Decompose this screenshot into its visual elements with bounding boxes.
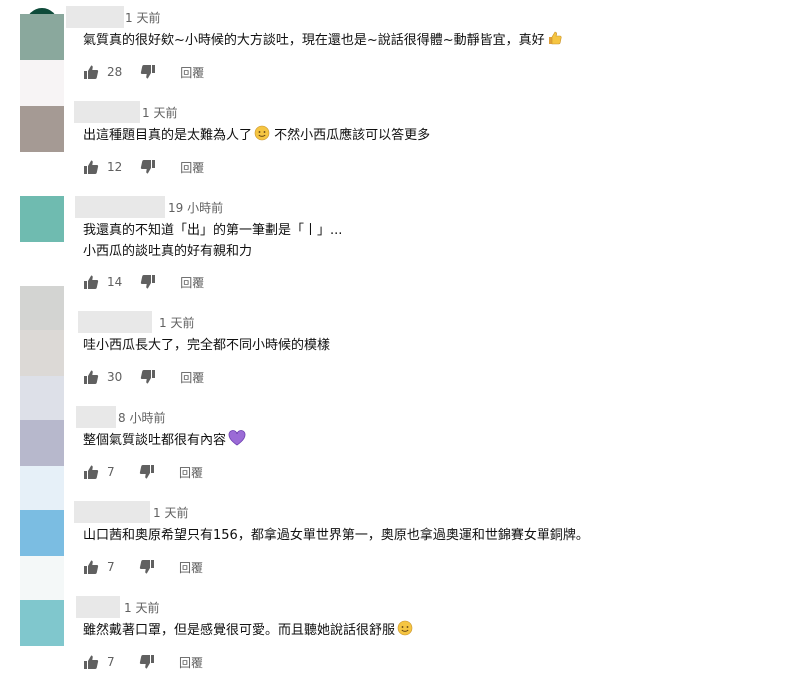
comment-text: 出這種題目真的是太難為人了 不然小西瓜應該可以答更多 xyxy=(83,125,430,148)
avatar xyxy=(20,510,64,556)
comment-header: 1 天前 xyxy=(72,101,792,123)
reply-button[interactable]: 回覆 xyxy=(180,274,204,291)
dislike-icon[interactable] xyxy=(139,654,155,670)
comment-text-line: 出這種題目真的是太難為人了 xyxy=(83,128,253,143)
comment: 1 天前 雖然戴著口罩，但是感覺很可愛。而且聽她說話很舒服 7 回覆 xyxy=(72,596,792,670)
comment-actions: 7 回覆 xyxy=(83,462,203,482)
smile-icon xyxy=(254,125,270,148)
dislike-icon[interactable] xyxy=(140,64,156,80)
comment-time[interactable]: 1 天前 xyxy=(159,314,194,331)
comment: 8 小時前 整個氣質談吐都很有內容 7 回覆 xyxy=(72,406,792,480)
author-name-redacted[interactable] xyxy=(74,101,140,123)
reply-button[interactable]: 回覆 xyxy=(180,159,204,176)
avatar-strip xyxy=(20,0,64,667)
comment-actions: 12 回覆 xyxy=(83,157,204,177)
dislike-icon[interactable] xyxy=(139,559,155,575)
avatar xyxy=(20,60,64,106)
comment: 1 天前 出這種題目真的是太難為人了 不然小西瓜應該可以答更多 12 回覆 xyxy=(72,101,792,175)
avatar xyxy=(20,286,64,330)
like-count: 7 xyxy=(107,465,115,479)
author-name-redacted[interactable] xyxy=(75,196,165,218)
comment-time[interactable]: 8 小時前 xyxy=(118,409,165,426)
like-icon[interactable] xyxy=(83,369,99,385)
avatar xyxy=(20,330,64,376)
comment-text: 整個氣質談吐都很有內容 xyxy=(83,430,246,453)
comment: 1 天前 氣質真的很好欸~小時候的大方談吐，現在還也是~說話很得體~動靜皆宜，真… xyxy=(66,6,792,80)
like-icon[interactable] xyxy=(83,559,99,575)
avatar xyxy=(20,556,64,600)
like-icon[interactable] xyxy=(83,654,99,670)
like-count: 28 xyxy=(107,65,123,79)
comment-text: 氣質真的很好欸~小時候的大方談吐，現在還也是~說話很得體~動靜皆宜，真好 xyxy=(83,30,563,53)
reply-button[interactable]: 回覆 xyxy=(180,369,204,386)
author-name-redacted[interactable] xyxy=(78,311,152,333)
like-icon[interactable] xyxy=(83,274,99,290)
like-icon[interactable] xyxy=(83,64,99,80)
avatar xyxy=(20,106,64,152)
comment-time[interactable]: 1 天前 xyxy=(153,504,188,521)
author-name-redacted[interactable] xyxy=(76,406,116,428)
comment-time[interactable]: 1 天前 xyxy=(142,104,177,121)
comment: 1 天前 哇小西瓜長大了，完全都不同小時候的模樣 30 回覆 xyxy=(72,311,792,385)
avatar xyxy=(20,420,64,466)
comment-text-line: 我還真的不知道「出」的第一筆劃是「丨」... xyxy=(83,223,343,238)
like-icon[interactable] xyxy=(83,464,99,480)
comment-time[interactable]: 19 小時前 xyxy=(168,199,223,216)
author-name-redacted[interactable] xyxy=(76,596,120,618)
dislike-icon[interactable] xyxy=(139,464,155,480)
comment-text: 山口茜和奧原希望只有156，都拿過女單世界第一，奧原也拿過奧運和世錦賽女單銅牌。 xyxy=(83,525,589,546)
like-count: 30 xyxy=(107,370,123,384)
comment-header: 19 小時前 xyxy=(72,196,792,218)
comment-actions: 28 回覆 xyxy=(83,62,204,82)
comment-actions: 14 回覆 xyxy=(83,272,204,292)
avatar xyxy=(20,196,64,242)
comment: 1 天前 山口茜和奧原希望只有156，都拿過女單世界第一，奧原也拿過奧運和世錦賽… xyxy=(72,501,792,575)
comment-text: 哇小西瓜長大了，完全都不同小時候的模樣 xyxy=(83,335,330,356)
comment-text-line: 山口茜和奧原希望只有156，都拿過女單世界第一，奧原也拿過奧運和世錦賽女單銅牌。 xyxy=(83,528,589,543)
purple-heart-icon xyxy=(228,430,246,453)
comment-text-line: 哇小西瓜長大了，完全都不同小時候的模樣 xyxy=(83,338,331,353)
comment-text-line: 雖然戴著口罩，但是感覺很可愛。而且聽她說話很舒服 xyxy=(83,623,396,638)
comment-text-line: 不然小西瓜應該可以答更多 xyxy=(270,128,431,143)
comment-text-line: 小西瓜的談吐真的好有親和力 xyxy=(83,244,253,259)
like-count: 14 xyxy=(107,275,123,289)
comment-header: 1 天前 xyxy=(66,6,792,28)
dislike-icon[interactable] xyxy=(140,159,156,175)
reply-button[interactable]: 回覆 xyxy=(179,464,203,481)
comment: 19 小時前 我還真的不知道「出」的第一筆劃是「丨」... 小西瓜的談吐真的好有… xyxy=(72,196,792,290)
comment-header: 1 天前 xyxy=(72,501,792,523)
avatar xyxy=(20,14,64,60)
author-name-redacted[interactable] xyxy=(66,6,124,28)
comment-header: 1 天前 xyxy=(72,311,792,333)
like-icon[interactable] xyxy=(83,159,99,175)
avatar xyxy=(20,376,64,420)
reply-button[interactable]: 回覆 xyxy=(179,654,203,671)
comment-time[interactable]: 1 天前 xyxy=(125,9,160,26)
dislike-icon[interactable] xyxy=(140,369,156,385)
avatar xyxy=(20,466,64,510)
comment-actions: 30 回覆 xyxy=(83,367,204,387)
like-count: 12 xyxy=(107,160,123,174)
comment-header: 8 小時前 xyxy=(72,406,792,428)
comment-text-line: 氣質真的很好欸~小時候的大方談吐，現在還也是~說話很得體~動靜皆宜，真好 xyxy=(83,33,545,48)
comment-time[interactable]: 1 天前 xyxy=(124,599,159,616)
comment-text: 我還真的不知道「出」的第一筆劃是「丨」... 小西瓜的談吐真的好有親和力 xyxy=(83,220,342,262)
comment-actions: 7 回覆 xyxy=(83,557,203,577)
comment-text: 雖然戴著口罩，但是感覺很可愛。而且聽她說話很舒服 xyxy=(83,620,413,643)
avatar xyxy=(20,600,64,646)
author-name-redacted[interactable] xyxy=(74,501,150,523)
like-count: 7 xyxy=(107,560,115,574)
thumbs-up-icon xyxy=(547,30,563,53)
dislike-icon[interactable] xyxy=(140,274,156,290)
comment-actions: 7 回覆 xyxy=(83,652,203,672)
smile-icon xyxy=(397,620,413,643)
avatar xyxy=(20,0,64,40)
reply-button[interactable]: 回覆 xyxy=(180,64,204,81)
reply-button[interactable]: 回覆 xyxy=(179,559,203,576)
comment-header: 1 天前 xyxy=(72,596,792,618)
comment-text-line: 整個氣質談吐都很有內容 xyxy=(83,433,227,448)
